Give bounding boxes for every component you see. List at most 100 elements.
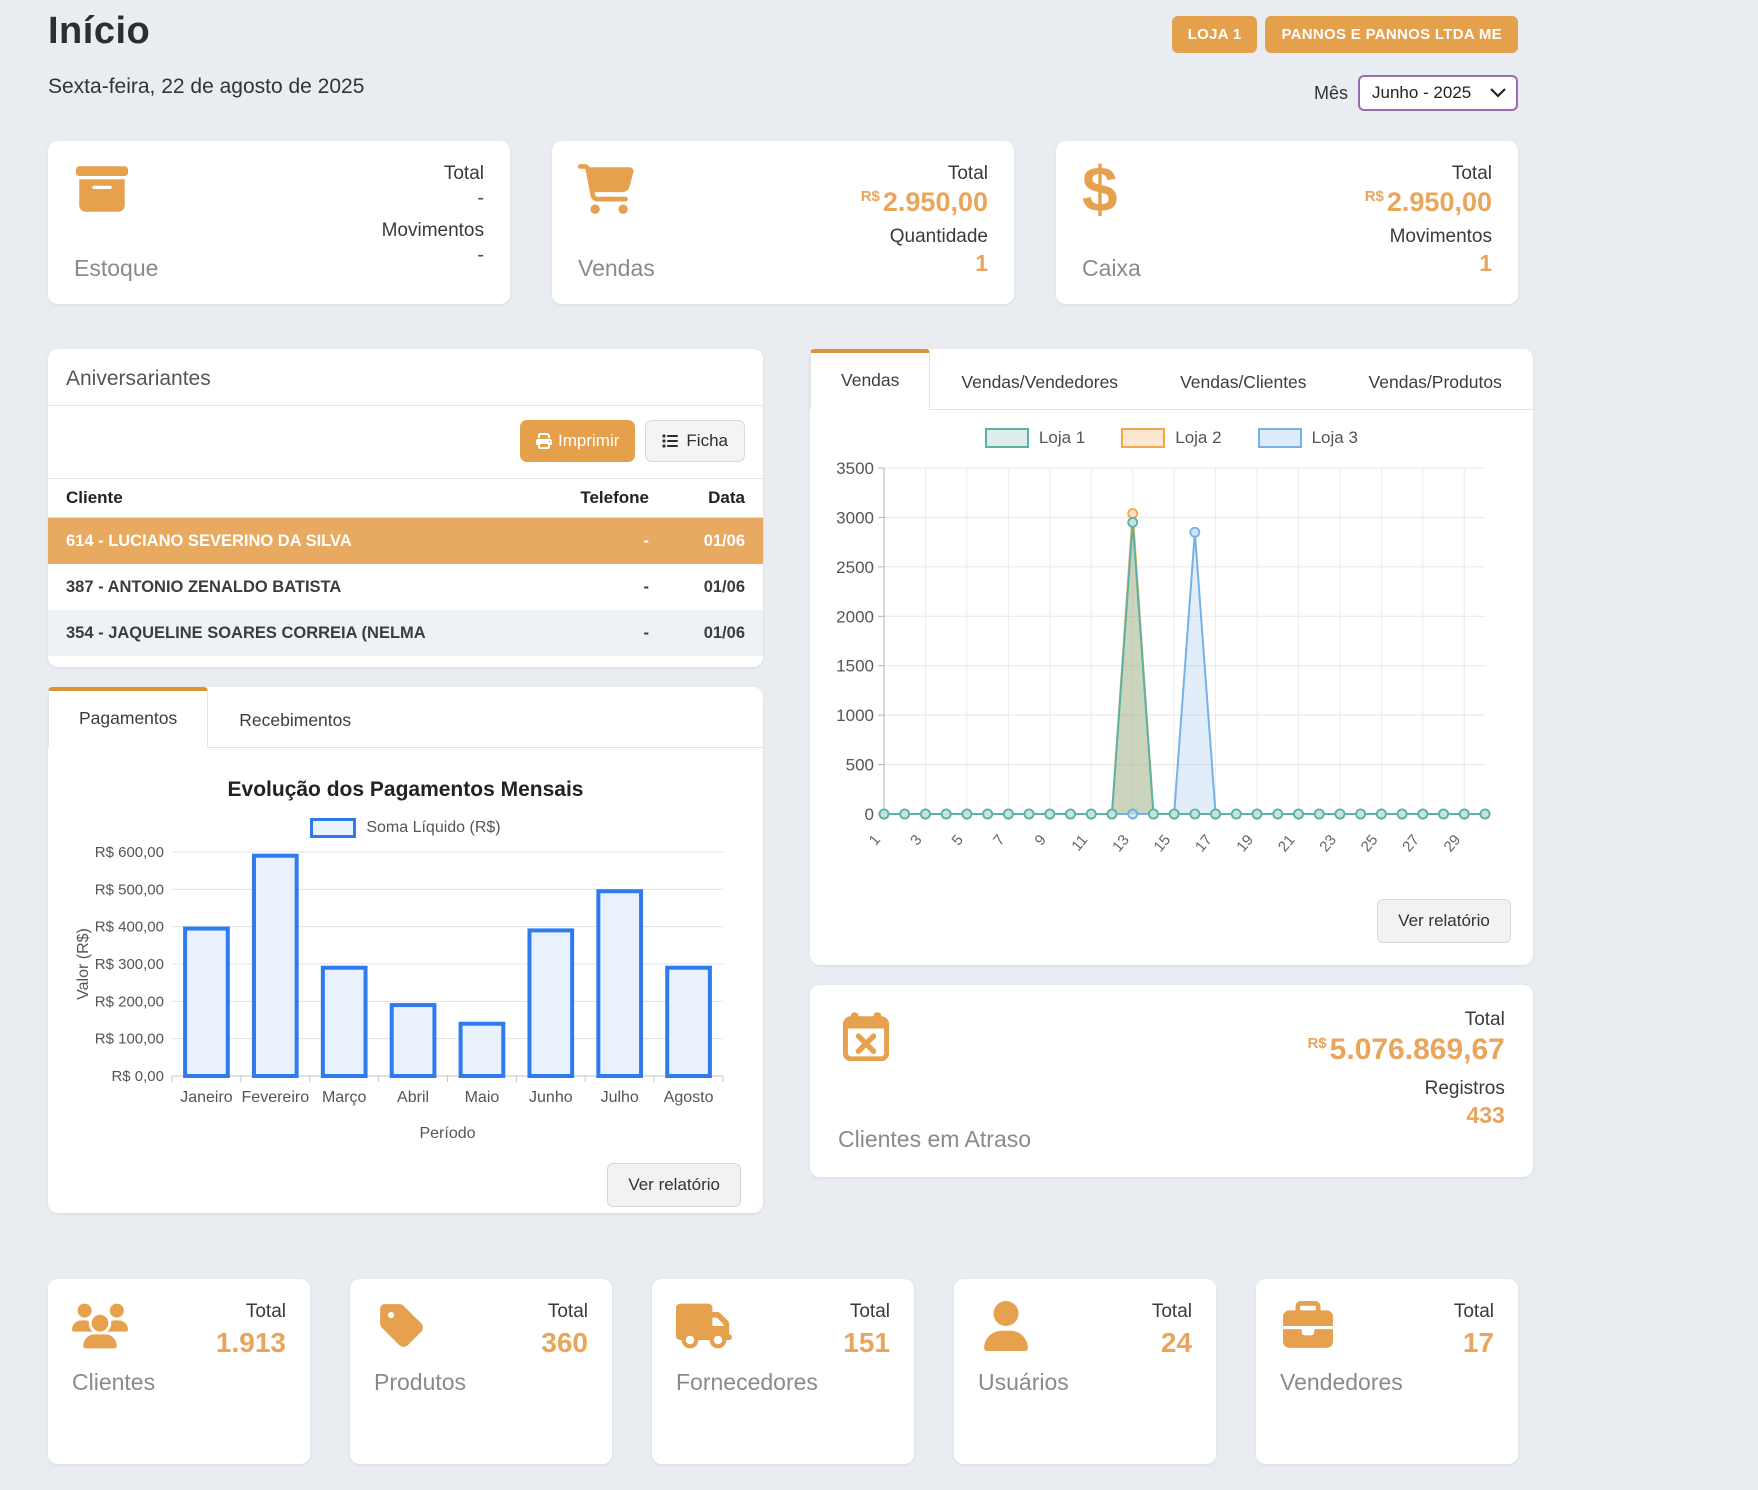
total-value: 17	[1454, 1327, 1494, 1359]
tab-vendas-vendedores[interactable]: Vendas/Vendedores	[930, 356, 1149, 409]
box-archive-icon	[74, 163, 130, 215]
metric-value: R$2.950,00	[1365, 187, 1492, 218]
current-date: Sexta-feira, 22 de agosto de 2025	[48, 75, 364, 99]
svg-text:27: 27	[1399, 832, 1423, 856]
svg-text:Abril: Abril	[397, 1089, 429, 1106]
stat-card-estoque: Estoque Total - Movimentos -	[48, 141, 510, 304]
column-header-cliente: Cliente	[66, 488, 529, 508]
truck-icon	[676, 1301, 732, 1351]
svg-text:1000: 1000	[836, 706, 874, 725]
table-row[interactable]: 614 - LUCIANO SEVERINO DA SILVA - 01/06	[48, 518, 763, 564]
metric-label: Registros	[1425, 1078, 1505, 1100]
svg-text:Março: Março	[322, 1089, 367, 1106]
total-value: 24	[1152, 1327, 1192, 1359]
total-value: 1.913	[216, 1327, 286, 1359]
svg-text:Fevereiro: Fevereiro	[242, 1089, 310, 1106]
legend-item-loja1[interactable]: Loja 1	[985, 428, 1085, 448]
left-column: Aniversariantes Imprimir Ficha	[48, 349, 763, 1213]
header-right: LOJA 1 PANNOS E PANNOS LTDA ME Mês Junho…	[1172, 10, 1518, 111]
page-title: Início	[48, 10, 364, 53]
summary-card-produtos: Produtos Total 360	[350, 1279, 612, 1464]
svg-text:R$ 0,00: R$ 0,00	[111, 1068, 164, 1085]
svg-text:11: 11	[1068, 832, 1091, 855]
legend-label: Soma Líquido (R$)	[366, 819, 500, 837]
summary-card-label: Vendedores	[1280, 1369, 1403, 1396]
summary-cards-row: Clientes Total 1.913 Produtos Total 360	[48, 1279, 1518, 1464]
bar-chart-legend[interactable]: Soma Líquido (R$)	[72, 818, 739, 838]
total-label: Total	[541, 1301, 588, 1323]
svg-text:R$ 300,00: R$ 300,00	[95, 956, 164, 973]
pagamentos-report-button[interactable]: Ver relatório	[607, 1163, 741, 1207]
metric-value: 433	[1466, 1102, 1504, 1128]
company-badge-button[interactable]: PANNOS E PANNOS LTDA ME	[1265, 16, 1518, 53]
svg-text:0: 0	[865, 805, 874, 824]
legend-swatch	[1258, 428, 1302, 448]
printer-icon	[536, 433, 552, 449]
tab-vendas-produtos[interactable]: Vendas/Produtos	[1338, 356, 1533, 409]
metric-value: -	[477, 244, 484, 267]
metric-value: R$5.076.869,67	[1307, 1033, 1504, 1068]
sales-line-chart: 0500100015002000250030003500135791113151…	[834, 452, 1493, 884]
legend-item-loja3[interactable]: Loja 3	[1258, 428, 1358, 448]
month-filter: Mês Junho - 2025	[1314, 75, 1518, 111]
svg-text:25: 25	[1358, 832, 1382, 856]
month-select[interactable]: Junho - 2025	[1358, 75, 1518, 111]
store-badge-button[interactable]: LOJA 1	[1172, 16, 1258, 53]
right-column: Vendas Vendas/Vendedores Vendas/Clientes…	[810, 349, 1533, 1177]
svg-text:R$ 200,00: R$ 200,00	[95, 993, 164, 1010]
tab-recebimentos[interactable]: Recebimentos	[208, 694, 382, 747]
bar-chart-title: Evolução dos Pagamentos Mensais	[72, 778, 739, 802]
table-row[interactable]: 354 - JAQUELINE SOARES CORREIA (NELMA - …	[48, 610, 763, 656]
column-header-telefone: Telefone	[529, 488, 649, 508]
metric-value: 1	[1479, 250, 1492, 276]
payments-bar-chart: R$ 0,00R$ 100,00R$ 200,00R$ 300,00R$ 400…	[72, 844, 739, 1144]
aniversariantes-toolbar: Imprimir Ficha	[48, 406, 763, 478]
svg-text:3000: 3000	[836, 508, 874, 527]
svg-text:9: 9	[1031, 832, 1049, 849]
svg-text:29: 29	[1441, 832, 1465, 856]
month-select-value: Junho - 2025	[1372, 83, 1471, 102]
legend-label: Loja 2	[1175, 428, 1221, 448]
tab-vendas[interactable]: Vendas	[810, 349, 930, 410]
svg-text:R$ 600,00: R$ 600,00	[95, 844, 164, 861]
svg-text:23: 23	[1316, 832, 1340, 856]
svg-text:2000: 2000	[836, 607, 874, 626]
svg-text:3500: 3500	[836, 459, 874, 478]
tab-vendas-clientes[interactable]: Vendas/Clientes	[1149, 356, 1337, 409]
users-icon	[72, 1301, 128, 1351]
total-label: Total	[216, 1301, 286, 1323]
metric-label: Total	[1452, 163, 1492, 185]
legend-label: Loja 1	[1039, 428, 1085, 448]
summary-card-label: Usuários	[978, 1369, 1069, 1396]
total-label: Total	[843, 1301, 890, 1323]
tab-pagamentos[interactable]: Pagamentos	[48, 687, 208, 748]
stat-card-label: Estoque	[74, 255, 158, 282]
summary-card-fornecedores: Fornecedores Total 151	[652, 1279, 914, 1464]
metric-label: Movimentos	[1390, 226, 1492, 248]
pagamentos-tabs: Pagamentos Recebimentos	[48, 687, 763, 748]
pagamentos-panel: Pagamentos Recebimentos Evolução dos Pag…	[48, 687, 763, 1213]
svg-text:15: 15	[1150, 832, 1174, 856]
vendas-report-button[interactable]: Ver relatório	[1377, 899, 1511, 943]
table-row[interactable]: 387 - ANTONIO ZENALDO BATISTA - 01/06	[48, 564, 763, 610]
svg-text:Maio: Maio	[465, 1089, 500, 1106]
legend-item-loja2[interactable]: Loja 2	[1121, 428, 1221, 448]
svg-text:19: 19	[1233, 832, 1257, 856]
summary-card-usuarios: Usuários Total 24	[954, 1279, 1216, 1464]
month-label: Mês	[1314, 83, 1348, 104]
store-badges: LOJA 1 PANNOS E PANNOS LTDA ME	[1172, 16, 1518, 53]
metric-value: R$2.950,00	[861, 187, 988, 218]
metric-label: Total	[444, 163, 484, 185]
vendas-panel: Vendas Vendas/Vendedores Vendas/Clientes…	[810, 349, 1533, 965]
ficha-button[interactable]: Ficha	[645, 420, 745, 462]
svg-text:Junho: Junho	[529, 1089, 573, 1106]
svg-text:Período: Período	[419, 1125, 475, 1142]
clientes-atraso-card: Clientes em Atraso Total R$5.076.869,67 …	[810, 985, 1533, 1177]
page-header: Início Sexta-feira, 22 de agosto de 2025…	[48, 10, 1518, 111]
svg-text:R$ 400,00: R$ 400,00	[95, 919, 164, 936]
svg-text:21: 21	[1275, 832, 1299, 856]
print-button[interactable]: Imprimir	[520, 420, 635, 462]
summary-card-label: Fornecedores	[676, 1369, 818, 1396]
stat-cards-row: Estoque Total - Movimentos - Vendas Tota…	[48, 141, 1518, 304]
svg-text:17: 17	[1192, 832, 1216, 856]
